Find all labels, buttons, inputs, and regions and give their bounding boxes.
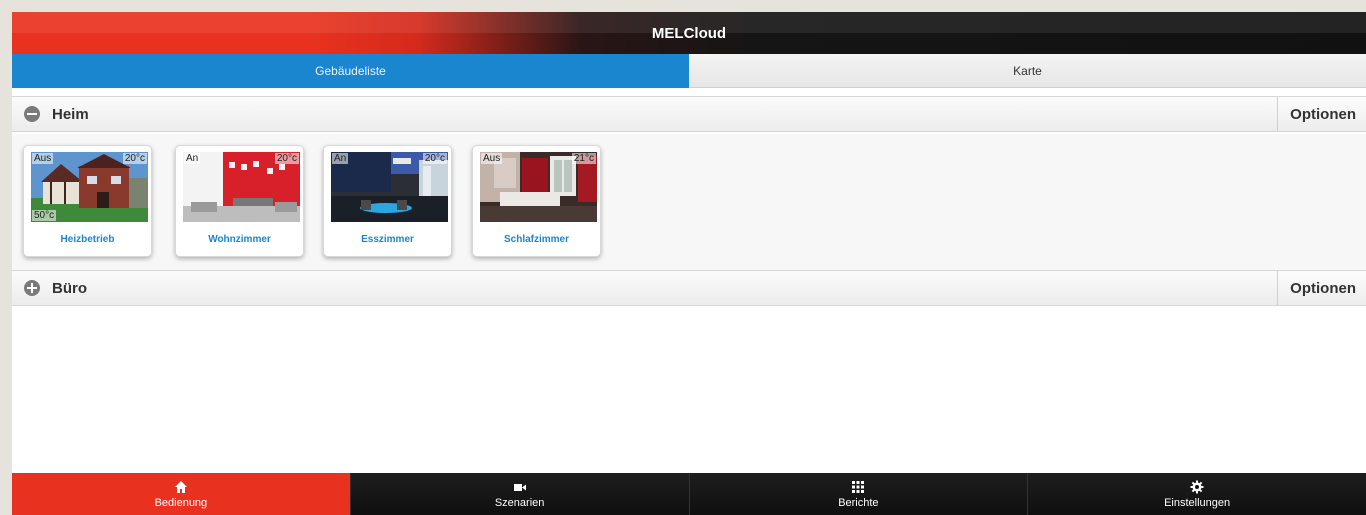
nav-label: Berichte [838, 497, 879, 509]
nav-label: Bedienung [154, 497, 208, 509]
tab-map-label: Karte [1013, 63, 1042, 78]
melcloud-app: MELCloud Gebäudeliste Karte Heim Optione… [12, 12, 1366, 515]
device-temperature: 20°c [274, 153, 299, 164]
section-header-heim[interactable]: Heim Optionen [12, 96, 1366, 132]
device-label: Schlafzimmer [503, 234, 570, 245]
app-title: MELCloud [651, 24, 727, 42]
tab-building-list-label: Gebäudeliste [315, 64, 386, 78]
nav-label: Szenarien [494, 497, 545, 509]
device-state: An [332, 153, 349, 164]
device-temperature: 20°c [122, 153, 147, 164]
nav-bedienung[interactable]: Bedienung [12, 473, 350, 515]
nav-berichte[interactable]: Berichte [688, 473, 1028, 515]
living-room-photo: An 20°c [183, 152, 300, 222]
nav-szenarien[interactable]: Szenarien [349, 473, 689, 515]
device-label: Wohnzimmer [208, 234, 271, 245]
title-bar: MELCloud [12, 12, 1366, 54]
device-state: Aus [481, 153, 503, 164]
house-photo: Aus 20°c 50°c [31, 152, 148, 222]
tab-bar: Gebäudeliste Karte [12, 54, 1366, 88]
collapse-icon[interactable] [24, 106, 40, 122]
home-icon [174, 479, 188, 495]
bottom-nav: Bedienung Szenarien Berichte Einstellung… [12, 473, 1366, 515]
device-label: Heizbetrieb [60, 234, 115, 245]
nav-label: Einstellungen [1164, 497, 1231, 509]
grid-icon [852, 479, 865, 495]
tab-map[interactable]: Karte [689, 54, 1366, 88]
device-card-heizbetrieb[interactable]: Aus 20°c 50°c Heizbetrieb [23, 145, 152, 257]
device-state: An [184, 153, 201, 164]
tab-building-list[interactable]: Gebäudeliste [12, 54, 689, 88]
device-state: Aus [32, 153, 54, 164]
device-temperature: 21°c [571, 153, 596, 164]
options-label: Optionen [1290, 105, 1356, 123]
section-header-buero[interactable]: Büro Optionen [12, 270, 1366, 306]
device-water-temperature: 50°c [32, 210, 57, 221]
device-label: Esszimmer [361, 234, 414, 245]
options-button[interactable]: Optionen [1277, 271, 1366, 305]
video-camera-icon [513, 479, 527, 495]
gear-icon [1190, 479, 1204, 495]
device-card-esszimmer[interactable]: An 20°c Esszimmer [323, 145, 452, 257]
expand-icon[interactable] [24, 280, 40, 296]
bedroom-photo: Aus 21°c [480, 152, 597, 222]
device-list: Aus 20°c 50°c Heizbetrieb An 20°c Wohnzi… [12, 134, 1366, 270]
section-name: Heim [52, 105, 89, 123]
device-card-wohnzimmer[interactable]: An 20°c Wohnzimmer [175, 145, 304, 257]
device-temperature: 20°c [422, 153, 447, 164]
section-name: Büro [52, 279, 87, 297]
dining-room-photo: An 20°c [331, 152, 448, 222]
device-card-schlafzimmer[interactable]: Aus 21°c Schlafzimmer [472, 145, 601, 257]
options-label: Optionen [1290, 279, 1356, 297]
options-button[interactable]: Optionen [1277, 97, 1366, 131]
nav-einstellungen[interactable]: Einstellungen [1027, 473, 1366, 515]
